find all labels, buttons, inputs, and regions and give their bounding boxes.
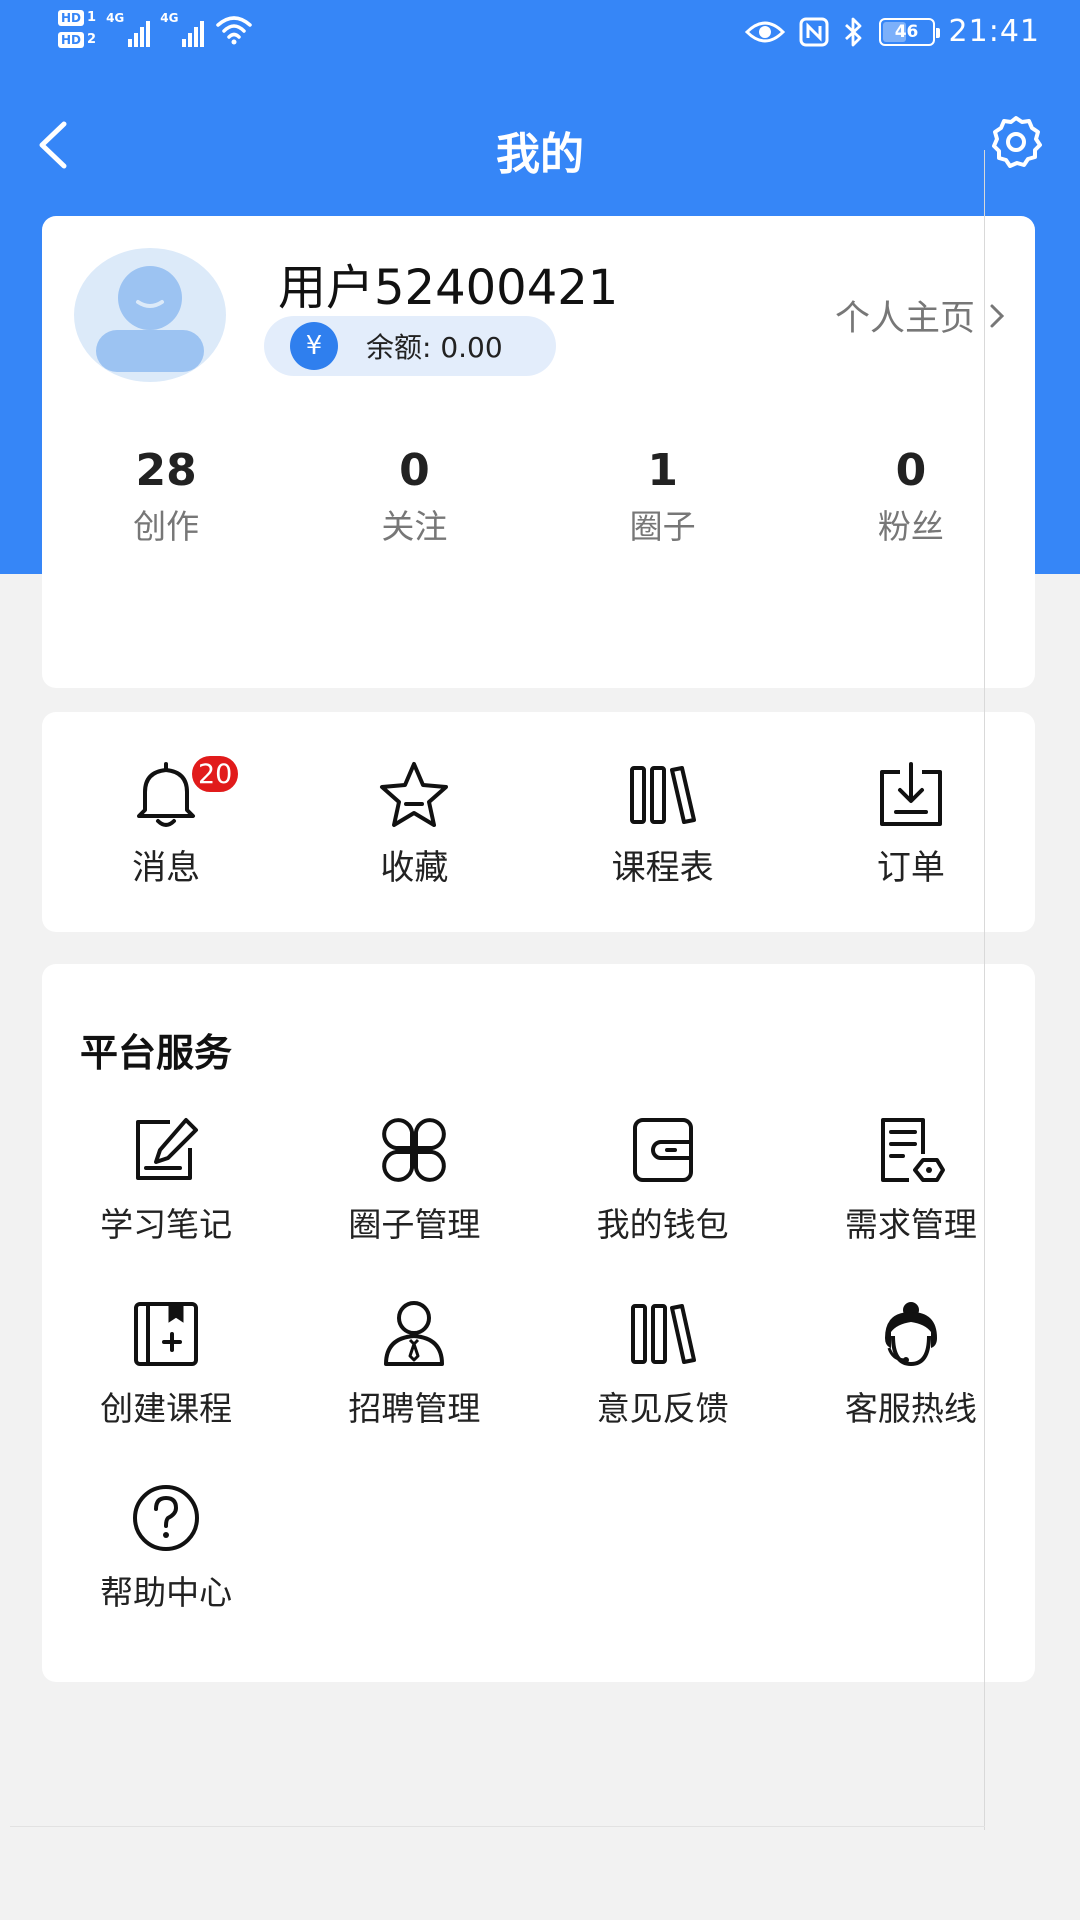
headset-agent-icon bbox=[884, 1302, 937, 1367]
status-bar: HD 1 HD 2 4G 4G 46 21:41 bbox=[0, 0, 1080, 72]
battery-icon: 46 bbox=[878, 17, 940, 46]
download-box-icon bbox=[879, 762, 942, 826]
wallet-icon bbox=[632, 1118, 693, 1182]
eye-icon bbox=[744, 21, 785, 42]
stat-label: 圈子 bbox=[629, 507, 696, 546]
clock: 21:41 bbox=[948, 14, 1040, 49]
books-icon bbox=[629, 766, 696, 824]
books-icon bbox=[630, 1304, 696, 1364]
service-my-wallet[interactable]: 我的钱包 bbox=[539, 1114, 787, 1298]
service-label: 需求管理 bbox=[844, 1205, 977, 1244]
nfc-icon bbox=[799, 17, 829, 46]
service-customer-hotline[interactable]: 客服热线 bbox=[787, 1298, 1035, 1482]
wifi-icon bbox=[216, 16, 253, 45]
service-label: 圈子管理 bbox=[348, 1205, 481, 1244]
service-label: 招聘管理 bbox=[348, 1389, 481, 1428]
service-label: 意见反馈 bbox=[596, 1389, 729, 1428]
stat-label: 粉丝 bbox=[877, 507, 944, 546]
stat-value: 28 bbox=[135, 445, 197, 496]
user-avatar-icon bbox=[96, 266, 204, 372]
book-add-icon bbox=[134, 1302, 199, 1366]
service-study-notes[interactable]: 学习笔记 bbox=[42, 1114, 290, 1298]
service-recruitment-management[interactable]: 招聘管理 bbox=[290, 1298, 538, 1482]
service-feedback[interactable]: 意见反馈 bbox=[539, 1298, 787, 1482]
help-circle-icon bbox=[133, 1485, 200, 1551]
stat-value: 0 bbox=[399, 445, 430, 496]
stat-value: 0 bbox=[895, 445, 927, 496]
quick-item-label: 订单 bbox=[876, 848, 945, 888]
stat-value: 1 bbox=[647, 445, 678, 496]
homepage-link-label: 个人主页 bbox=[834, 299, 975, 339]
stat-creations[interactable]: 28 创作 bbox=[42, 446, 290, 548]
quick-item-label: 收藏 bbox=[380, 848, 449, 888]
service-label: 客服热线 bbox=[844, 1389, 977, 1428]
profile-card: 用户52400421 ¥ 余额: 0.00 个人主页 28 创作 0 关注 1 … bbox=[42, 216, 1035, 688]
platform-services-card: 平台服务 学习笔记 圈子管理 我的钱包 需求管理 创建课程 招聘管理 意见反馈 … bbox=[42, 964, 1035, 1682]
quick-item-schedule[interactable]: 课程表 bbox=[539, 758, 787, 932]
divider bbox=[10, 1826, 985, 1827]
quick-item-label: 课程表 bbox=[611, 848, 714, 888]
quick-item-orders[interactable]: 订单 bbox=[787, 758, 1035, 932]
unread-badge: 20 bbox=[190, 754, 241, 794]
note-edit-icon bbox=[136, 1118, 199, 1180]
user-name: 用户52400421 bbox=[278, 260, 619, 316]
service-label: 帮助中心 bbox=[100, 1573, 233, 1612]
service-label: 学习笔记 bbox=[100, 1205, 233, 1244]
four-petal-icon bbox=[382, 1118, 447, 1182]
stat-circles[interactable]: 1 圈子 bbox=[539, 446, 787, 548]
signal-icon: 4G bbox=[106, 11, 151, 47]
service-help-center[interactable]: 帮助中心 bbox=[42, 1482, 290, 1666]
signal-icon: 4G bbox=[160, 11, 205, 47]
personal-homepage-link[interactable]: 个人主页 bbox=[835, 290, 1005, 341]
scrollbar-track bbox=[984, 150, 985, 1830]
quick-item-label: 消息 bbox=[132, 848, 201, 888]
hd-indicator-2: HD 2 bbox=[58, 32, 96, 48]
yen-icon: ¥ bbox=[290, 322, 338, 370]
quick-actions-card: 20 消息 收藏 课程表 订单 bbox=[42, 712, 1035, 932]
stats-row: 28 创作 0 关注 1 圈子 0 粉丝 bbox=[42, 446, 1035, 548]
chevron-right-icon bbox=[990, 304, 1005, 327]
service-label: 我的钱包 bbox=[596, 1205, 729, 1244]
balance-pill[interactable]: ¥ 余额: 0.00 bbox=[264, 316, 556, 376]
battery-level: 46 bbox=[894, 21, 919, 42]
balance-text: 余额: 0.00 bbox=[366, 331, 503, 364]
service-label: 创建课程 bbox=[100, 1389, 233, 1428]
section-title: 平台服务 bbox=[80, 1031, 233, 1075]
app-header: 我的 bbox=[0, 100, 1080, 190]
hd-indicator-1: HD 1 bbox=[58, 10, 96, 26]
stat-label: 关注 bbox=[381, 507, 448, 546]
person-tie-icon bbox=[384, 1301, 445, 1366]
stat-following[interactable]: 0 关注 bbox=[290, 446, 538, 548]
bluetooth-icon bbox=[844, 17, 861, 46]
service-circle-management[interactable]: 圈子管理 bbox=[290, 1114, 538, 1298]
stat-label: 创作 bbox=[133, 507, 200, 546]
services-grid: 学习笔记 圈子管理 我的钱包 需求管理 创建课程 招聘管理 意见反馈 客服热线 … bbox=[42, 1114, 1035, 1666]
quick-item-messages[interactable]: 20 消息 bbox=[42, 754, 290, 932]
star-icon bbox=[380, 762, 449, 827]
service-create-course[interactable]: 创建课程 bbox=[42, 1298, 290, 1482]
service-demand-management[interactable]: 需求管理 bbox=[787, 1114, 1035, 1298]
gear-icon[interactable] bbox=[988, 114, 1044, 170]
quick-item-favorites[interactable]: 收藏 bbox=[290, 758, 538, 932]
stat-fans[interactable]: 0 粉丝 bbox=[787, 446, 1035, 548]
avatar[interactable] bbox=[74, 248, 226, 382]
document-tag-icon bbox=[880, 1118, 945, 1182]
page-title: 我的 bbox=[496, 129, 584, 180]
